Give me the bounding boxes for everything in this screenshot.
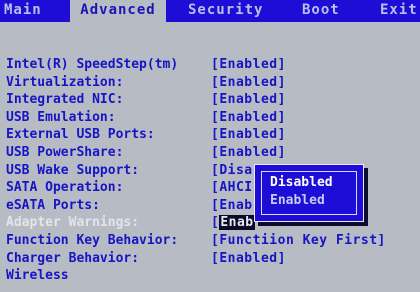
setting-value[interactable]: [Functiion Key First] [211,232,386,250]
setting-value[interactable]: [Enabled] [211,126,286,144]
menu-bar: Main Advanced Security Boot Exit [0,0,420,22]
setting-speedstep[interactable]: Intel(R) SpeedStep(tm) [Enabled] [6,56,416,74]
setting-value[interactable]: [Enabled] [211,109,286,127]
tab-boot[interactable]: Boot [302,0,352,22]
tab-exit[interactable]: Exit [380,0,420,22]
setting-value[interactable]: [Enabled] [211,56,286,74]
tab-security[interactable]: Security [188,0,278,22]
setting-label: USB Wake Support: [6,162,140,178]
setting-label: SATA Operation: [6,180,124,196]
tab-main[interactable]: Main [2,0,70,22]
setting-label: Adapter Warnings: [6,215,140,231]
setting-value[interactable]: [Enabled] [211,91,286,109]
setting-charger-behavior[interactable]: Charger Behavior: [Enabled] [6,250,416,268]
setting-value-head: [Functi [211,232,270,248]
setting-label: Charger Behavior: [6,250,140,266]
setting-label: Virtualization: [6,74,124,90]
setting-label: USB PowerShare: [6,144,124,160]
setting-usb-powershare[interactable]: USB PowerShare: [Enabled] [6,144,416,162]
setting-label: USB Emulation: [6,109,116,125]
setting-label: eSATA Ports: [6,197,100,213]
popup-frame: Disabled Enabled [261,171,357,215]
setting-value-tail: ion Key First] [269,232,386,248]
setting-value[interactable]: [Enab [211,197,253,215]
selected-value[interactable]: Enab [219,215,255,231]
setting-value[interactable]: [Enabled] [211,250,286,268]
setting-value[interactable]: [Enab [211,214,255,232]
tab-advanced[interactable]: Advanced [70,0,166,22]
setting-wireless[interactable]: Wireless [6,267,416,285]
option-disabled[interactable]: Disabled [270,174,333,192]
option-popup: Disabled Enabled [254,164,364,222]
setting-value[interactable]: [Enabled] [211,144,286,162]
setting-label: External USB Ports: [6,127,155,143]
setting-virtualization[interactable]: Virtualization: [Enabled] [6,74,416,92]
setting-label: Intel(R) SpeedStep(tm) [6,57,179,72]
setting-value[interactable]: [Enabled] [211,74,286,92]
setting-value[interactable]: [AHCI [211,179,253,197]
setting-function-key-behavior[interactable]: Function Key Behavior: [Functiion Key Fi… [6,232,416,250]
setting-label: Wireless [6,268,69,284]
setting-label: Integrated NIC: [6,92,124,108]
setting-value[interactable]: [Disa [211,162,253,180]
setting-label: Function Key Behavior: [6,232,179,248]
setting-usb-emulation[interactable]: USB Emulation: [Enabled] [6,109,416,127]
setting-integrated-nic[interactable]: Integrated NIC: [Enabled] [6,91,416,109]
option-enabled[interactable]: Enabled [270,192,325,210]
setting-external-usb-ports[interactable]: External USB Ports: [Enabled] [6,126,416,144]
